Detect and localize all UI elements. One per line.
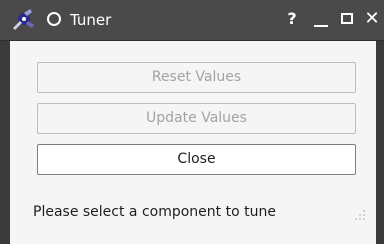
close-button[interactable]: Close — [37, 144, 356, 175]
tuner-panel: Reset Values Update Values Close Please … — [10, 41, 376, 244]
update-values-button[interactable]: Update Values — [37, 103, 356, 134]
pin-icon[interactable] — [47, 12, 61, 26]
close-icon[interactable]: ✕ — [362, 7, 382, 31]
title-bar[interactable]: Tuner ? ✕ — [0, 0, 384, 41]
maximize-icon[interactable] — [338, 7, 356, 31]
window-title: Tuner — [70, 11, 112, 29]
status-message: Please select a component to tune — [33, 204, 276, 220]
tuner-window: Tuner ? ✕ Reset Values Update Values Clo… — [0, 0, 384, 244]
resize-grip-icon[interactable] — [354, 209, 366, 221]
minimize-icon[interactable] — [312, 7, 330, 31]
help-button[interactable]: ? — [283, 7, 301, 31]
app-logo-icon — [13, 9, 34, 30]
reset-values-button[interactable]: Reset Values — [37, 62, 356, 93]
